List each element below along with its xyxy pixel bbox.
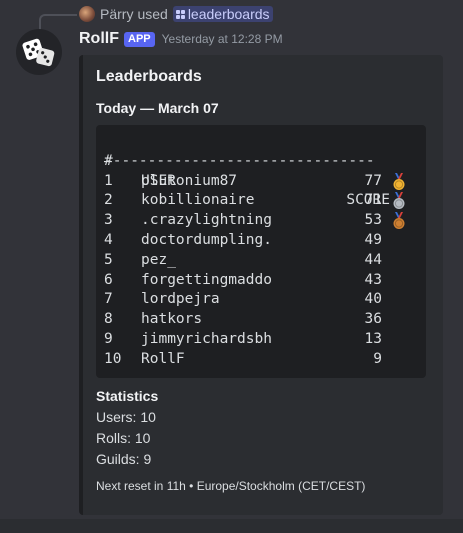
row-score: 40 bbox=[364, 291, 382, 308]
table-row: 7 lordpejra 40 bbox=[104, 290, 418, 310]
row-score: 43 bbox=[364, 271, 382, 288]
row-score: 53 bbox=[364, 212, 382, 229]
row-user: .crazylightning bbox=[141, 212, 272, 229]
message-timestamp[interactable]: Yesterday at 12:28 PM bbox=[162, 32, 283, 46]
row-rank: 3 bbox=[104, 212, 113, 229]
row-user: doctordumpling. bbox=[141, 231, 272, 248]
stat-guilds: Guilds: 9 bbox=[96, 451, 152, 467]
row-user: forgettingmaddo bbox=[141, 271, 272, 288]
table-row: 5 pez_ 44 bbox=[104, 251, 418, 271]
row-score: 44 bbox=[364, 251, 382, 268]
row-score: 36 bbox=[364, 311, 382, 328]
row-user: plutonium87 bbox=[141, 172, 238, 189]
row-rank: 9 bbox=[104, 330, 113, 347]
row-score: 77 bbox=[364, 172, 382, 189]
row-rank: 6 bbox=[104, 271, 113, 288]
row-score: 9 bbox=[373, 350, 382, 367]
embed-title: Leaderboards bbox=[96, 68, 202, 85]
reply-connector bbox=[39, 14, 77, 30]
message-divider bbox=[0, 519, 463, 533]
embed-footer: Next reset in 11h • Europe/Stockholm (CE… bbox=[96, 479, 366, 493]
row-user: lordpejra bbox=[141, 291, 220, 308]
table-row: 1 plutonium87 77 bbox=[104, 172, 418, 192]
row-score: 49 bbox=[364, 231, 382, 248]
bot-avatar[interactable] bbox=[16, 29, 62, 75]
leaderboard-codeblock: # USER SCORE ---------------------------… bbox=[96, 125, 426, 378]
row-rank: 4 bbox=[104, 231, 113, 248]
reply-context[interactable]: Pärry used leaderboards bbox=[79, 5, 273, 23]
row-user: pez_ bbox=[141, 251, 176, 268]
row-user: jimmyrichardsbh bbox=[141, 330, 272, 347]
row-rank: 10 bbox=[104, 350, 122, 367]
embed-subtitle: Today — March 07 bbox=[96, 100, 219, 116]
stat-rolls: Rolls: 10 bbox=[96, 430, 151, 446]
table-row: 4 doctordumpling. 49 bbox=[104, 231, 418, 251]
leaderboard-embed: Leaderboards Today — March 07 # USER SCO… bbox=[79, 55, 443, 515]
reply-action: used bbox=[137, 6, 168, 22]
row-user: kobillionaire bbox=[141, 192, 255, 209]
header-rank: # bbox=[104, 152, 113, 169]
row-score: 71 bbox=[364, 192, 382, 209]
table-row: 8 hatkors 36 bbox=[104, 310, 418, 330]
table-row: 3 .crazylightning 53 bbox=[104, 211, 418, 231]
command-name: leaderboards bbox=[187, 6, 270, 22]
row-rank: 7 bbox=[104, 291, 113, 308]
stat-users: Users: 10 bbox=[96, 409, 156, 425]
message-header: RollF APP Yesterday at 12:28 PM bbox=[79, 30, 283, 48]
statistics-title: Statistics bbox=[96, 388, 159, 404]
row-rank: 1 bbox=[104, 172, 113, 189]
app-badge: APP bbox=[124, 31, 155, 47]
row-rank: 5 bbox=[104, 251, 113, 268]
row-rank: 8 bbox=[104, 311, 113, 328]
slash-command-grid-icon bbox=[175, 9, 185, 19]
table-row: 2 kobillionaire 71 bbox=[104, 191, 418, 211]
reply-author[interactable]: Pärry bbox=[100, 6, 133, 22]
dice-icon bbox=[22, 38, 55, 67]
table-row: 9 jimmyrichardsbh 13 bbox=[104, 330, 418, 350]
table-row: 10 RollF 9 bbox=[104, 350, 418, 370]
bot-username[interactable]: RollF bbox=[79, 30, 119, 48]
row-rank: 2 bbox=[104, 192, 113, 209]
row-user: hatkors bbox=[141, 311, 203, 328]
reply-author-avatar[interactable] bbox=[79, 6, 95, 22]
row-score: 13 bbox=[364, 330, 382, 347]
table-header: # USER SCORE bbox=[104, 132, 418, 209]
table-row: 6 forgettingmaddo 43 bbox=[104, 271, 418, 291]
command-mention[interactable]: leaderboards bbox=[172, 6, 273, 22]
row-user: RollF bbox=[141, 350, 185, 367]
